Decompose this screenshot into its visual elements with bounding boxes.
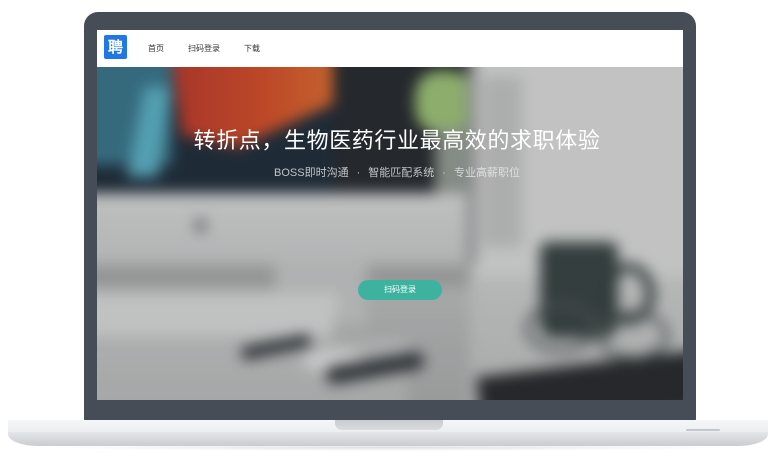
subtitle-separator: · [442, 167, 446, 179]
hero-section: 转折点，生物医药行业最高效的求职体验 BOSS即时沟通 · 智能匹配系统 · 专业高薪职… [97, 67, 683, 400]
laptop-screen: 聘 首页 扫码登录 下载 转折点，生物医药行业最高效的求职体验 BOSS即时沟通… [97, 30, 683, 400]
subtitle-separator: · [356, 167, 361, 179]
brand-logo-icon[interactable]: 聘 [104, 35, 127, 59]
hero-subtitle: BOSS即时沟通 · 智能匹配系统 · 专业高薪职位 [104, 166, 683, 180]
nav-item-scan-login[interactable]: 扫码登录 [188, 30, 220, 67]
nav-item-download[interactable]: 下载 [244, 30, 260, 67]
hero-title: 转折点，生物医药行业最高效的求职体验 [193, 129, 601, 154]
laptop-base [8, 420, 768, 446]
hero-dark-overlay [97, 67, 683, 400]
scan-login-button[interactable]: 扫码登录 [358, 280, 442, 300]
feature-instant-chat: BOSS即时沟通 [274, 167, 349, 179]
nav-item-home[interactable]: 首页 [148, 30, 164, 67]
top-navbar: 聘 首页 扫码登录 下载 [97, 30, 683, 67]
feature-smart-matching: 智能匹配系统 [368, 167, 435, 179]
laptop-hinge-notch [335, 420, 443, 430]
laptop-base-front [8, 432, 768, 446]
laptop-indicator-light [686, 429, 720, 431]
feature-high-salary: 专业高薪职位 [453, 167, 520, 179]
